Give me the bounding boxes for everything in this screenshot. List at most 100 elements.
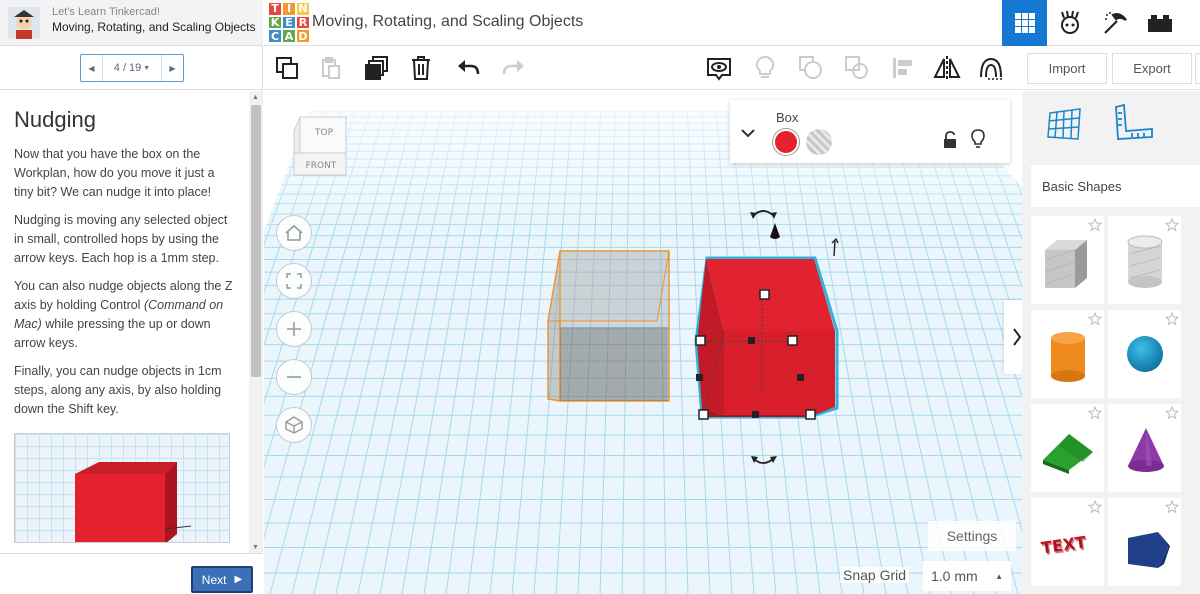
lightbulb-icon[interactable] <box>750 53 780 83</box>
mirror-icon[interactable] <box>932 53 962 83</box>
export-button[interactable]: Export <box>1112 53 1192 84</box>
3d-view-icon[interactable] <box>1002 0 1047 46</box>
zoom-out-button[interactable] <box>276 359 312 395</box>
logo-letter: C <box>268 29 282 44</box>
favorite-star-icon <box>1088 312 1102 326</box>
shapes-panel: Basic Shapes TEXT TEXT <box>1022 91 1200 594</box>
scroll-up-icon[interactable]: ▲ <box>252 94 259 101</box>
next-button[interactable]: Next ▶ <box>191 566 253 593</box>
logo-letter: N <box>296 2 310 16</box>
workplane-tool-icon[interactable] <box>1042 101 1086 145</box>
pager-row: ◀ 4 / 19 ▼ ▶ <box>0 47 263 90</box>
align-icon[interactable] <box>888 53 918 83</box>
shape-tile-text[interactable]: TEXT TEXT <box>1031 498 1104 586</box>
logo-letter: D <box>296 29 310 44</box>
step-counter: 4 / 19 <box>113 62 142 74</box>
lightbulb-icon[interactable] <box>971 129 985 149</box>
favorite-star-icon <box>1165 500 1179 514</box>
fit-icon <box>286 273 302 289</box>
plus-icon <box>287 322 301 336</box>
undo-icon[interactable] <box>454 53 484 83</box>
scroll-thumb[interactable] <box>251 105 261 377</box>
favorite-star-icon <box>1165 218 1179 232</box>
ungroup-icon[interactable] <box>842 53 872 83</box>
zoom-in-button[interactable] <box>276 311 312 347</box>
home-icon <box>285 224 303 241</box>
favorite-star-icon <box>1165 406 1179 420</box>
snap-grid-label: Snap Grid <box>840 567 910 583</box>
copy-icon[interactable] <box>272 53 302 83</box>
lesson-avatar <box>8 7 40 39</box>
shape-tile-polygon[interactable] <box>1108 498 1181 586</box>
lesson-heading: Nudging <box>14 107 96 132</box>
shape-category-select[interactable]: Basic Shapes <box>1031 165 1200 207</box>
shape-tile-cylinder[interactable] <box>1031 310 1104 398</box>
caret-down-icon: ▼ <box>143 64 151 72</box>
bricks-icon[interactable] <box>1137 0 1182 46</box>
send-to-button[interactable] <box>1195 53 1200 84</box>
duplicate-icon[interactable] <box>362 53 392 83</box>
workplane-viewport[interactable]: TOP FRONT Box Settings Snap Grid 1.0 mm <box>264 91 1022 594</box>
cruise-icon[interactable] <box>976 53 1006 83</box>
blocks-icon[interactable] <box>1092 0 1137 46</box>
next-label: Next <box>201 572 227 587</box>
home-view-button[interactable] <box>276 215 312 251</box>
chevron-down-icon[interactable] <box>740 126 756 140</box>
lock-icon[interactable] <box>943 131 957 149</box>
chevron-right-icon: ▶ <box>234 574 243 585</box>
logo-letter: T <box>268 2 282 16</box>
ghost-box <box>547 250 670 402</box>
lesson-scrollbar[interactable]: ▲ ▼ <box>249 91 263 553</box>
group-icon[interactable] <box>796 53 826 83</box>
redo-icon[interactable] <box>498 53 528 83</box>
minus-icon <box>287 376 301 378</box>
top-bar: TINKERCAD Moving, Rotating, and Scaling … <box>264 0 1200 46</box>
fit-view-button[interactable] <box>276 263 312 299</box>
lesson-footer: Next ▶ <box>0 553 263 594</box>
workplane-grid[interactable] <box>264 91 1022 594</box>
lesson-paragraph: Now that you have the box on the Workpla… <box>14 147 215 199</box>
snap-grid-select[interactable]: 1.0 mm ▲ <box>923 561 1011 591</box>
import-button[interactable]: Import <box>1027 53 1107 84</box>
next-step-button[interactable]: ▶ <box>161 55 183 81</box>
simulate-icon[interactable] <box>1047 0 1092 46</box>
prev-step-button[interactable]: ◀ <box>81 55 103 81</box>
shape-tile-roof[interactable] <box>1031 404 1104 492</box>
settings-button[interactable]: Settings <box>928 521 1016 551</box>
lesson-paragraph: You can also nudge objects along the Z a… <box>14 279 233 350</box>
shape-tile-cone[interactable] <box>1108 404 1181 492</box>
ruler-tool-icon[interactable] <box>1112 101 1156 145</box>
inspector-title: Box <box>776 110 799 125</box>
lesson-title: Moving, Rotating, and Scaling Objects <box>52 20 256 34</box>
selected-box[interactable] <box>694 256 839 420</box>
view-cube-front-label: FRONT <box>306 161 337 171</box>
solid-color-swatch[interactable] <box>773 129 799 155</box>
perspective-button[interactable] <box>276 407 312 443</box>
shape-tile-box[interactable] <box>1031 216 1104 304</box>
scroll-down-icon[interactable]: ▼ <box>252 544 259 551</box>
design-title[interactable]: Moving, Rotating, and Scaling Objects <box>312 13 583 31</box>
favorite-star-icon <box>1088 406 1102 420</box>
lesson-panel: Let's Learn Tinkercad! Moving, Rotating,… <box>0 0 263 594</box>
step-select[interactable]: 4 / 19 ▼ <box>103 55 161 81</box>
favorite-star-icon <box>1088 218 1102 232</box>
view-cube[interactable]: TOP FRONT <box>292 113 354 179</box>
notes-icon[interactable] <box>704 53 734 83</box>
shape-tile-cylinder-hole[interactable] <box>1108 216 1181 304</box>
paste-icon[interactable] <box>316 53 346 83</box>
hole-swatch[interactable] <box>806 129 832 155</box>
lesson-pager: ◀ 4 / 19 ▼ ▶ <box>80 54 184 82</box>
shape-tile-sphere[interactable] <box>1108 310 1181 398</box>
logo-letter: K <box>268 15 282 30</box>
tinkercad-logo[interactable]: TINKERCAD <box>268 2 310 44</box>
caret-up-icon: ▲ <box>995 572 1003 581</box>
delete-icon[interactable] <box>406 53 436 83</box>
logo-letter: R <box>296 15 310 30</box>
lesson-content: Nudging Now that you have the box on the… <box>0 91 249 553</box>
perspective-icon <box>285 416 303 434</box>
chevron-right-icon <box>1013 328 1022 346</box>
logo-letter: E <box>282 15 296 30</box>
logo-letter: I <box>282 2 296 16</box>
snap-grid-value: 1.0 mm <box>931 568 978 584</box>
logo-letter: A <box>282 29 296 44</box>
